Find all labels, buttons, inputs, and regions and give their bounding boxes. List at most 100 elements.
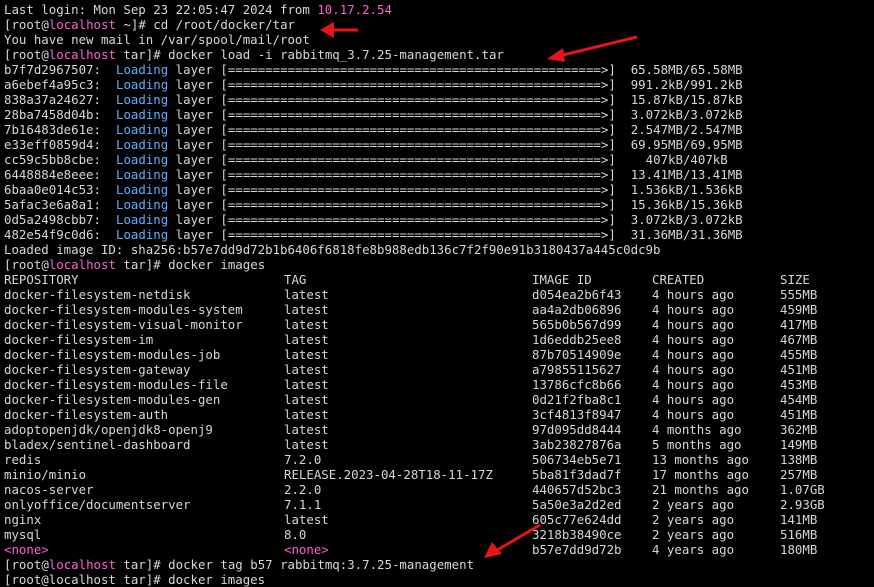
table-row: docker-filesystem-modules-gen latest 0d21f…	[4, 392, 874, 407]
tag-cell: latest	[284, 377, 329, 392]
tag-cell: latest	[284, 362, 329, 377]
layer-id: e33eff0859d4:	[4, 137, 101, 152]
header-tag: TAG	[284, 272, 307, 287]
loading-status: Loading	[116, 62, 169, 77]
created-cell: 4 years ago	[652, 542, 735, 557]
layer-progress-bar: layer [=================================…	[168, 122, 743, 137]
loading-status: Loading	[116, 152, 169, 167]
size-cell: 451MB	[780, 407, 818, 422]
layer-id: 6baa0e014c53:	[4, 182, 101, 197]
prompt-host: localhost	[48, 47, 116, 62]
header-repository: REPOSITORY	[4, 272, 79, 287]
table-row: docker-filesystem-netdisk latest d054ea2b6…	[4, 287, 874, 302]
table-row: docker-filesystem-auth latest 3cf4813f8947…	[4, 407, 874, 422]
size-cell: 453MB	[780, 377, 818, 392]
table-row: docker-filesystem-gateway latest a79855115…	[4, 362, 874, 377]
layer-progress-bar: layer [=================================…	[168, 227, 743, 242]
table-row: docker-filesystem-modules-file latest 1378…	[4, 377, 874, 392]
size-cell: 362MB	[780, 422, 818, 437]
layer-progress-bar: layer [=================================…	[168, 107, 743, 122]
created-cell: 13 months ago	[652, 452, 749, 467]
tag-cell: latest	[284, 392, 329, 407]
prompt-user: root	[11, 47, 42, 62]
loading-status: Loading	[116, 212, 169, 227]
size-cell: 459MB	[780, 302, 818, 317]
created-cell: 21 months ago	[652, 482, 749, 497]
table-row: nginx latest 605c77e624dd 2 years ago 141MB	[4, 512, 874, 527]
loaded-image-line: Loaded image ID: sha256:b57e7dd9d72b1b64…	[4, 242, 661, 257]
image-id-cell: 3ab23827876a	[532, 437, 622, 452]
size-cell: 149MB	[780, 437, 818, 452]
created-cell: 5 months ago	[652, 437, 742, 452]
tag-cell: 8.0	[284, 527, 307, 542]
last-login-text: Last login: Mon Sep 23 22:05:47 2024 fro…	[4, 2, 318, 17]
image-id-cell: 3218b38490ce	[532, 527, 622, 542]
created-cell: 4 hours ago	[652, 377, 735, 392]
images-table-header: REPOSITORY TAG IMAGE ID CREATED SIZE	[4, 272, 874, 287]
repository-cell: docker-filesystem-netdisk	[4, 287, 191, 302]
created-cell: 4 hours ago	[652, 362, 735, 377]
layer-progress-bar: layer [=================================…	[168, 197, 743, 212]
terminal-window[interactable]: Last login: Mon Sep 23 22:05:47 2024 fro…	[4, 2, 874, 587]
loading-status: Loading	[116, 167, 169, 182]
layer-progress-line: 482e54f9c0d6: Loading layer [============…	[4, 227, 874, 242]
created-cell: 4 hours ago	[652, 392, 735, 407]
size-cell: 138MB	[780, 452, 818, 467]
header-size: SIZE	[780, 272, 810, 287]
table-row: adoptopenjdk/openjdk8-openj9 latest 97d095…	[4, 422, 874, 437]
size-cell: 417MB	[780, 317, 818, 332]
layer-id: 6448884e8eee:	[4, 167, 101, 182]
tag-cell: latest	[284, 287, 329, 302]
images-table-body: docker-filesystem-netdisk latest d054ea2b6…	[4, 287, 874, 557]
created-cell: 17 months ago	[652, 467, 749, 482]
repository-cell: docker-filesystem-modules-file	[4, 377, 228, 392]
last-login-ip: 10.17.2.54	[317, 2, 392, 17]
layer-id: a6ebef4a95c3:	[4, 77, 101, 92]
header-image-id: IMAGE ID	[532, 272, 592, 287]
layer-progress-line: b7f7d2967507: Loading layer [============…	[4, 62, 874, 77]
layer-progress-bar: layer [=================================…	[168, 152, 728, 167]
size-cell: 455MB	[780, 347, 818, 362]
image-id-cell: a79855115627	[532, 362, 622, 377]
layer-progress-bar: layer [=================================…	[168, 62, 743, 77]
layer-id: b7f7d2967507:	[4, 62, 101, 77]
tag-cell: 7.1.1	[284, 497, 322, 512]
image-id-cell: b57e7dd9d72b	[532, 542, 622, 557]
layer-id: 7b16483de61e:	[4, 122, 101, 137]
image-id-cell: aa4a2db06896	[532, 302, 622, 317]
prompt-line: [root@localhost tar]# docker images	[4, 257, 266, 272]
image-id-cell: 506734eb5e71	[532, 452, 622, 467]
created-cell: 4 hours ago	[652, 317, 735, 332]
repository-cell: minio/minio	[4, 467, 87, 482]
image-id-cell: 5a50e3a2d2ed	[532, 497, 622, 512]
layer-progress-bar: layer [=================================…	[168, 212, 743, 227]
repository-cell: docker-filesystem-modules-gen	[4, 392, 221, 407]
prompt-dir: tar	[123, 47, 146, 62]
repository-cell: docker-filesystem-im	[4, 332, 154, 347]
layer-id: 28ba7458d04b:	[4, 107, 101, 122]
command-text: docker tag b57 rabbitmq:3.7.25-managemen…	[168, 557, 475, 572]
prompt-dir: tar	[123, 257, 146, 272]
repository-cell: docker-filesystem-visual-monitor	[4, 317, 243, 332]
layer-progress-bar: layer [=================================…	[168, 182, 743, 197]
repository-cell: adoptopenjdk/openjdk8-openj9	[4, 422, 213, 437]
layer-id: cc59c5bb8cbe:	[4, 152, 101, 167]
tag-cell: latest	[284, 332, 329, 347]
command-text: docker images	[168, 257, 266, 272]
tag-cell: RELEASE.2023-04-28T18-11-17Z	[284, 467, 493, 482]
image-id-cell: 0d21f2fba8c1	[532, 392, 622, 407]
image-id-cell: 1d6eddb25ee8	[532, 332, 622, 347]
image-id-cell: 97d095dd8444	[532, 422, 622, 437]
layer-progress-list: b7f7d2967507: Loading layer [============…	[4, 62, 874, 242]
size-cell: 516MB	[780, 527, 818, 542]
created-cell: 4 hours ago	[652, 347, 735, 362]
loading-status: Loading	[116, 197, 169, 212]
loading-status: Loading	[116, 182, 169, 197]
trailing-prompt-fragment: [root@localhost tar]# docker images	[4, 572, 266, 587]
table-row: docker-filesystem-modules-job latest 87b70…	[4, 347, 874, 362]
header-created: CREATED	[652, 272, 705, 287]
repository-cell: <none>	[4, 542, 49, 557]
size-cell: 141MB	[780, 512, 818, 527]
prompt-line[interactable]: [root@localhost tar]# docker tag b57 rab…	[4, 557, 874, 572]
repository-cell: bladex/sentinel-dashboard	[4, 437, 191, 452]
